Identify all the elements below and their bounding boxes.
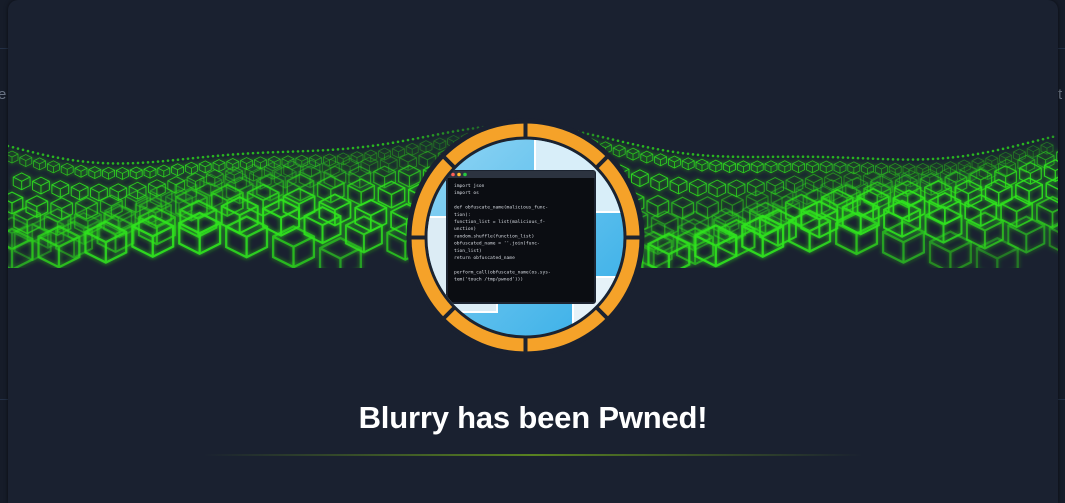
background-text-fragment-right: t: [1058, 86, 1063, 103]
terminal-code-line: import json: [454, 183, 485, 189]
terminal-code-line: import os: [454, 190, 479, 196]
terminal-code-line: def obfuscate_name(malicious_func-: [454, 205, 548, 211]
terminal-window-icon: import jsonimport os def obfuscate_name(m…: [406, 118, 645, 357]
terminal-code-line: random.shuffle(function_list): [454, 233, 534, 239]
background-text-fragment-left: e: [0, 86, 7, 103]
terminal-code-line: obfuscated_name = ''.join(func-: [454, 241, 540, 247]
terminal-code-line: function_list = list(malicious_f-: [454, 219, 545, 225]
terminal-code-line: perform_call(obfuscate_name(os.sys-: [454, 269, 551, 275]
pwned-title: Blurry has been Pwned!: [358, 400, 708, 435]
terminal-code-line: tem('touch /tmp/pwned'))): [454, 277, 523, 283]
page: e t Blurry has been Pwned! import json i…: [0, 0, 1065, 503]
terminal-code-line: tion_list): [454, 248, 482, 254]
title-underline: [203, 454, 863, 456]
terminal-code-line: unction): [454, 226, 476, 232]
terminal-code-line: tion):: [454, 212, 471, 218]
terminal-code-line: return obfuscated_name: [454, 255, 515, 261]
